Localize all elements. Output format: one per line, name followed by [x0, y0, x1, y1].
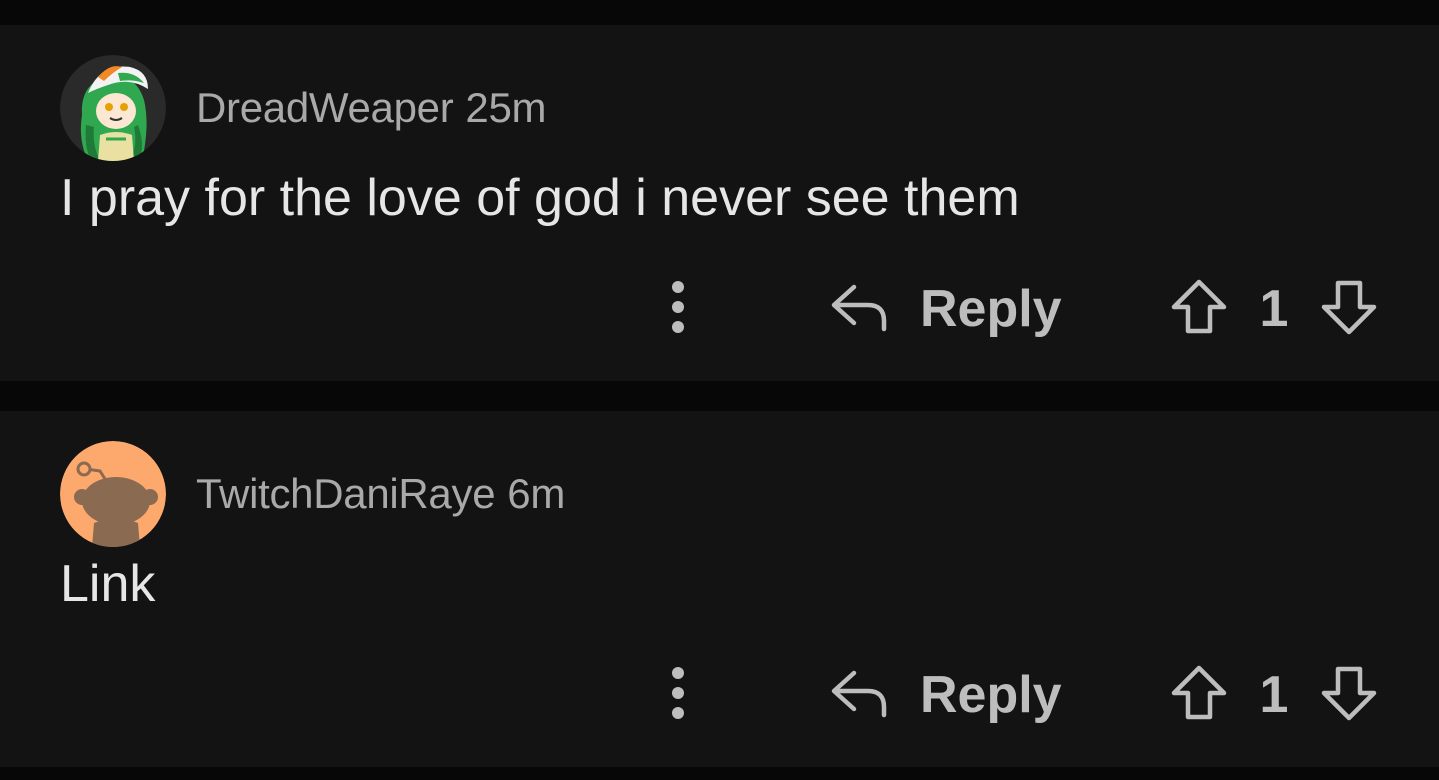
comment-actions: Reply 1 — [0, 273, 1439, 343]
comment: TwitchDaniRaye 6m Link Reply 1 — [0, 411, 1439, 767]
comment-body: Link — [60, 555, 156, 613]
reply-button[interactable]: Reply — [828, 659, 1068, 729]
comment-actions: Reply 1 — [0, 659, 1439, 729]
vote-score: 1 — [1259, 280, 1289, 338]
reply-button[interactable]: Reply — [828, 273, 1068, 343]
timestamp: 25m — [465, 84, 547, 131]
upvote-arrow-icon[interactable] — [1168, 665, 1230, 721]
downvote-arrow-icon[interactable] — [1318, 279, 1380, 335]
comment-meta: TwitchDaniRaye 6m — [196, 469, 565, 519]
vote-score: 1 — [1259, 666, 1289, 724]
upvote-arrow-icon[interactable] — [1168, 279, 1230, 335]
reply-label: Reply — [920, 280, 1062, 338]
reply-label: Reply — [920, 666, 1062, 724]
comment-meta: DreadWeaper 25m — [196, 83, 547, 133]
avatar[interactable] — [60, 55, 166, 161]
username[interactable]: DreadWeaper — [196, 84, 454, 131]
snoo-default-avatar-icon — [60, 441, 166, 547]
reply-arrow-icon — [828, 665, 890, 721]
downvote-arrow-icon[interactable] — [1318, 665, 1380, 721]
more-options-icon[interactable] — [658, 279, 698, 335]
reply-arrow-icon — [828, 279, 890, 335]
avatar[interactable] — [60, 441, 166, 547]
username[interactable]: TwitchDaniRaye — [196, 470, 496, 517]
comment-body: I pray for the love of god i never see t… — [60, 169, 1020, 227]
comment: DreadWeaper 25m I pray for the love of go… — [0, 25, 1439, 381]
more-options-icon[interactable] — [658, 665, 698, 721]
timestamp: 6m — [507, 470, 566, 517]
comment-feed: DreadWeaper 25m I pray for the love of go… — [0, 0, 1439, 780]
anime-character-avatar-icon — [60, 55, 166, 161]
